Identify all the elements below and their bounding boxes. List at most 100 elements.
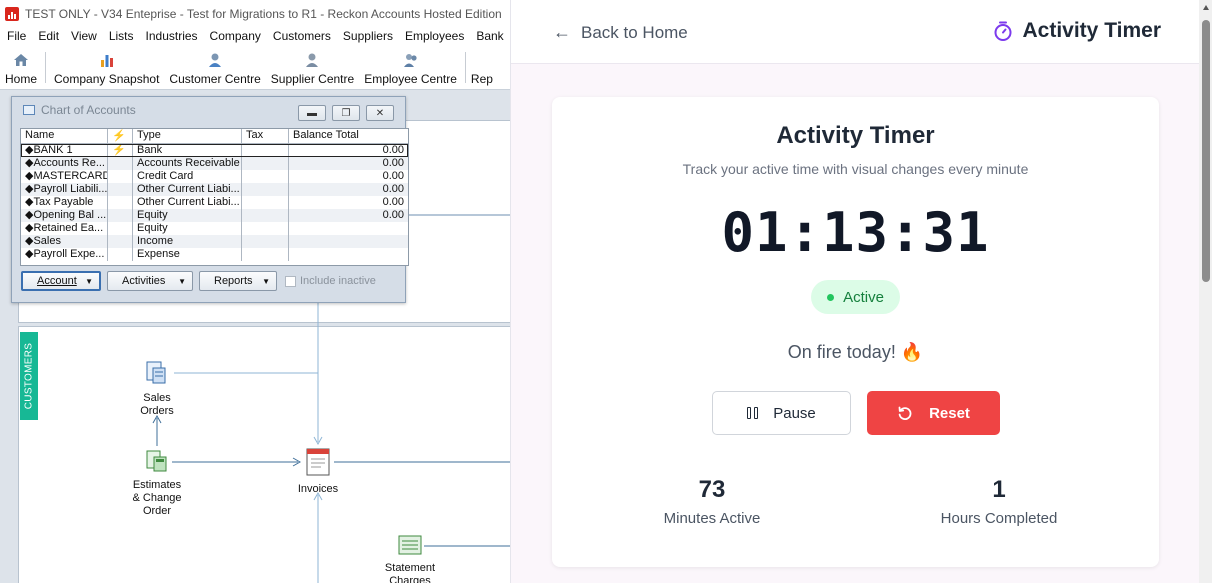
menu-suppliers[interactable]: Suppliers [337, 28, 399, 46]
table-row[interactable]: ◆Payroll Liabili... Other Current Liabi..… [21, 183, 408, 196]
table-row[interactable]: ◆MASTERCARD Credit Card 0.00 [21, 170, 408, 183]
table-row[interactable]: ◆BANK 1 ⚡ Bank 0.00 [21, 144, 408, 157]
estimates-item[interactable]: Estimates & Change Order [128, 449, 186, 518]
scroll-up-icon[interactable] [1203, 5, 1209, 10]
flag-cell [108, 248, 133, 261]
flag-cell [108, 235, 133, 248]
statement-charges-item[interactable]: Statement Charges [380, 534, 440, 583]
table-row[interactable]: ◆Tax Payable Other Current Liabi... 0.00 [21, 196, 408, 209]
window-icon [23, 105, 35, 115]
tax-cell [242, 157, 289, 170]
accounting-app-window: TEST ONLY - V34 Enteprise - Test for Mig… [0, 0, 510, 583]
table-row[interactable]: ◆Payroll Expe... Expense [21, 248, 408, 261]
account-menu-button[interactable]: Account ▼ [21, 271, 101, 291]
close-icon: ✕ [375, 107, 385, 119]
col-tax-header[interactable]: Tax [242, 129, 289, 143]
dropdown-arrow-icon: ▼ [85, 276, 93, 286]
close-button[interactable]: ✕ [366, 105, 394, 121]
pause-button[interactable]: Pause [712, 391, 851, 435]
include-inactive-checkbox[interactable]: Include inactive [285, 275, 376, 287]
account-button-label: Account [37, 275, 77, 287]
restore-button[interactable]: ❐ [332, 105, 360, 121]
reckon-app-icon [5, 7, 19, 21]
icon-toolbar: Home Company Snapshot Customer Centre Su… [0, 46, 510, 90]
flag-cell: ⚡ [108, 144, 133, 157]
estimates-label-2: & Change [132, 492, 182, 504]
tax-cell [242, 222, 289, 235]
toolbar-supplier-centre-button[interactable]: Supplier Centre [266, 46, 359, 89]
estimates-label-3: Order [142, 505, 172, 517]
menu-customers[interactable]: Customers [267, 28, 337, 46]
balance-cell: 0.00 [382, 196, 404, 208]
hours-completed-label: Hours Completed [940, 510, 1058, 527]
flag-cell [108, 196, 133, 209]
col-flag-header[interactable]: ⚡ [108, 129, 133, 143]
activity-timer-panel: ← Back to Home Activity Timer Activity T… [510, 0, 1212, 583]
scrollbar-thumb[interactable] [1202, 20, 1210, 282]
activities-menu-button[interactable]: Activities ▼ [107, 271, 193, 291]
minimize-button[interactable]: ▬ [298, 105, 326, 121]
account-name-cell: ◆Payroll Liabili... [21, 183, 108, 196]
flag-cell [108, 183, 133, 196]
menu-industries[interactable]: Industries [140, 28, 204, 46]
table-row[interactable]: ◆Sales Income [21, 235, 408, 248]
invoices-item[interactable]: Invoices [294, 447, 342, 496]
flag-cell [108, 157, 133, 170]
hours-completed-stat: 1 Hours Completed [899, 476, 1099, 527]
customers-section-tab[interactable]: CUSTOMERS [20, 332, 38, 420]
toolbar-customer-centre-label: Customer Centre [169, 72, 261, 86]
card-title: Activity Timer [776, 122, 935, 149]
chart-of-accounts-window: Chart of Accounts ▬ ❐ ✕ Name ⚡ Type Tax … [11, 96, 409, 303]
table-row[interactable]: ◆Accounts Re... Accounts Receivable 0.00 [21, 157, 408, 170]
toolbar-company-snapshot-label: Company Snapshot [54, 72, 160, 86]
minimize-icon: ▬ [307, 107, 317, 119]
account-type-cell: Other Current Liabi... [133, 196, 242, 209]
vertical-scrollbar[interactable] [1199, 0, 1212, 583]
reports-icon [473, 51, 491, 69]
minutes-active-value: 73 [698, 476, 726, 503]
toolbar-reports-button[interactable]: Rep [469, 46, 498, 89]
statement-charges-label-2: Charges [389, 575, 431, 583]
toolbar-customer-centre-button[interactable]: Customer Centre [164, 46, 265, 89]
menu-edit[interactable]: Edit [32, 28, 65, 46]
menu-bank[interactable]: Bank [470, 28, 509, 46]
tax-cell [242, 196, 289, 209]
invoices-label: Invoices [297, 483, 339, 495]
account-name-cell: ◆Accounts Re... [21, 157, 108, 170]
toolbar-home-button[interactable]: Home [0, 46, 42, 89]
tax-cell [242, 235, 289, 248]
tax-cell [242, 170, 289, 183]
menu-employees[interactable]: Employees [399, 28, 470, 46]
account-name-cell: ◆Retained Ea... [21, 222, 108, 235]
minutes-active-stat: 73 Minutes Active [612, 476, 812, 527]
sales-orders-item[interactable]: Sales Orders [134, 360, 180, 418]
menu-company[interactable]: Company [204, 28, 267, 46]
card-subtitle: Track your active time with visual chang… [682, 161, 1029, 177]
col-balance-header[interactable]: Balance Total [289, 129, 408, 143]
menu-bar: File Edit View Lists Industries Company … [0, 28, 510, 46]
toolbar-company-snapshot-button[interactable]: Company Snapshot [49, 46, 164, 89]
brand-title: Activity Timer [1022, 19, 1162, 42]
toolbar-employee-centre-button[interactable]: Employee Centre [359, 46, 462, 89]
reset-label: Reset [929, 404, 970, 422]
col-type-header[interactable]: Type [133, 129, 242, 143]
menu-file[interactable]: File [0, 28, 32, 46]
account-type-cell: Equity [133, 222, 242, 235]
table-row[interactable]: ◆Opening Bal ... Equity 0.00 [21, 209, 408, 222]
arrow-left-icon: ← [553, 22, 571, 42]
reports-menu-button[interactable]: Reports ▼ [199, 271, 277, 291]
estimates-label-1: Estimates [132, 479, 182, 491]
menu-view[interactable]: View [65, 28, 103, 46]
pause-label: Pause [773, 404, 816, 422]
table-row[interactable]: ◆Retained Ea... Equity [21, 222, 408, 235]
motivation-message: On fire today! 🔥 [787, 342, 924, 362]
toolbar-divider [45, 52, 47, 83]
coa-button-bar: Account ▼ Activities ▼ Reports ▼ Include in… [21, 269, 400, 293]
invoice-icon [306, 448, 330, 476]
back-to-home-link[interactable]: ← Back to Home [553, 22, 688, 43]
checkbox-box [285, 275, 296, 287]
account-type-cell: Expense [133, 248, 242, 261]
menu-lists[interactable]: Lists [103, 28, 140, 46]
reset-button[interactable]: Reset [867, 391, 1000, 435]
col-name-header[interactable]: Name [21, 129, 108, 143]
